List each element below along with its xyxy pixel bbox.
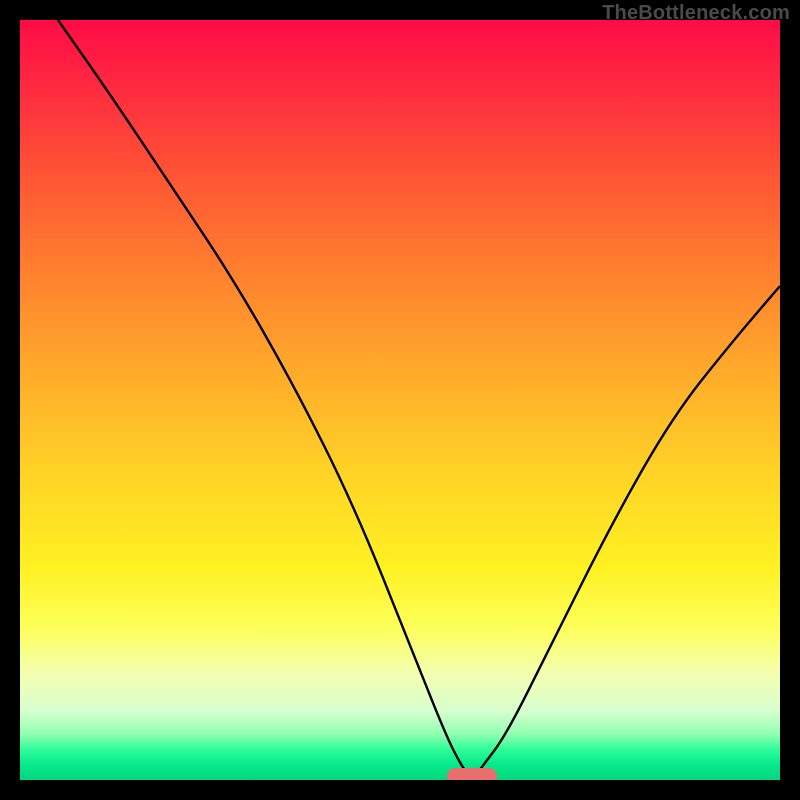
bottleneck-curve (20, 20, 780, 780)
plot-area (20, 20, 780, 780)
watermark-text: TheBottleneck.com (602, 2, 790, 25)
chart-frame: TheBottleneck.com (0, 0, 800, 800)
optimum-marker (447, 768, 497, 780)
curve-line (58, 20, 780, 776)
